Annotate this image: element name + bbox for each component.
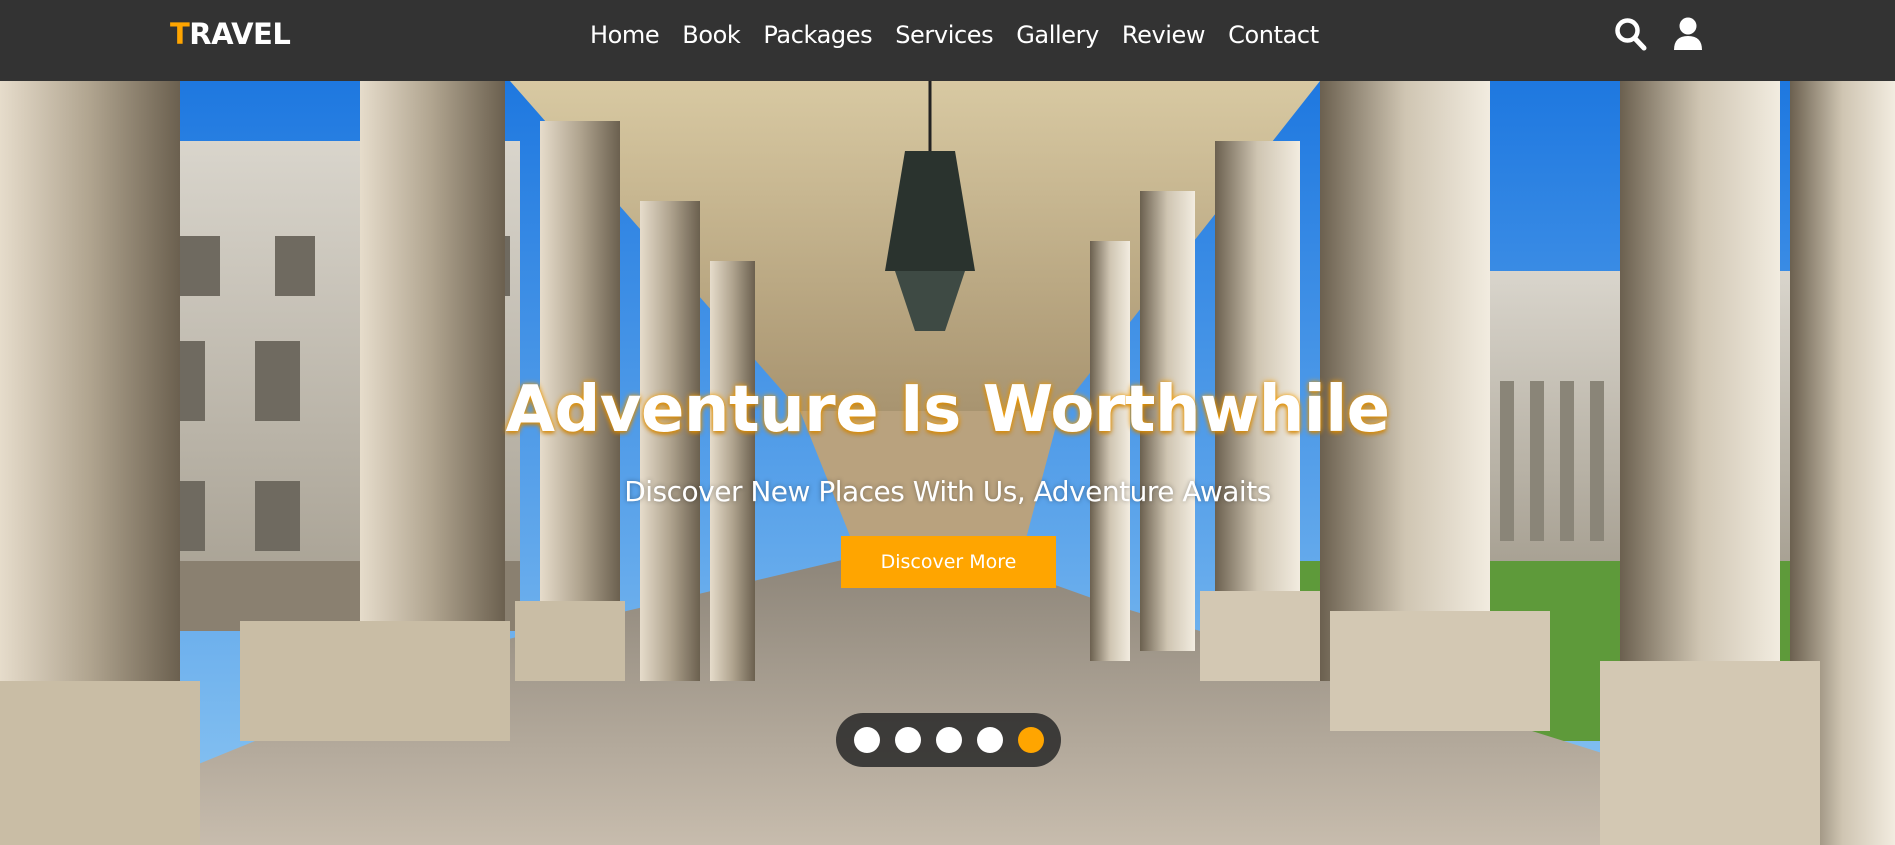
hero-slider: Adventure Is Worthwhile Discover New Pla…: [0, 81, 1895, 845]
brand-logo[interactable]: TRAVEL: [170, 16, 291, 52]
top-navbar: TRAVEL Home Book Packages Services Galle…: [0, 0, 1895, 81]
slider-dot-4[interactable]: [976, 727, 1003, 753]
nav-link-gallery[interactable]: Gallery: [1016, 21, 1099, 49]
nav-link-review[interactable]: Review: [1122, 21, 1206, 49]
discover-more-button[interactable]: Discover More: [841, 536, 1056, 588]
slider-dot-5-active[interactable]: [1017, 727, 1044, 753]
slider-dots: [836, 713, 1061, 767]
nav-menu: Home Book Packages Services Gallery Revi…: [590, 0, 1319, 70]
nav-link-contact[interactable]: Contact: [1228, 21, 1319, 49]
nav-link-book[interactable]: Book: [682, 21, 741, 49]
nav-link-home[interactable]: Home: [590, 21, 660, 49]
hero-title: Adventure Is Worthwhile: [505, 373, 1390, 447]
nav-link-services[interactable]: Services: [895, 21, 993, 49]
brand-logo-accent-letter: T: [170, 17, 190, 51]
user-icon[interactable]: [1673, 17, 1703, 55]
nav-link-packages[interactable]: Packages: [763, 21, 872, 49]
slider-dot-3[interactable]: [935, 727, 962, 753]
search-icon[interactable]: [1614, 17, 1648, 57]
brand-logo-text: RAVEL: [189, 17, 291, 51]
slider-dot-1[interactable]: [853, 727, 880, 753]
hero-subtitle: Discover New Places With Us, Adventure A…: [624, 475, 1271, 508]
slider-dot-2[interactable]: [894, 727, 921, 753]
